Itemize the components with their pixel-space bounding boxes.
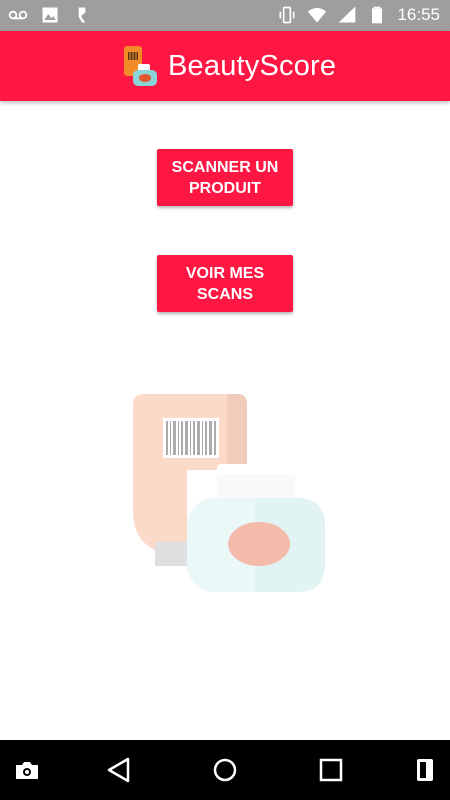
- view-my-scans-button[interactable]: VOIR MES SCANS: [157, 255, 293, 312]
- split-screen-icon[interactable]: [410, 755, 440, 785]
- beauty-products-illustration: [133, 394, 325, 592]
- accessibility-icon: [78, 7, 87, 23]
- scan-product-button[interactable]: SCANNER UN PRODUIT: [157, 149, 293, 206]
- status-time: 16:55: [397, 5, 440, 24]
- status-left-icons: [8, 5, 92, 25]
- battery-icon: [372, 6, 383, 24]
- status-bar: 16:55: [0, 0, 450, 31]
- recents-icon[interactable]: [316, 755, 346, 785]
- image-icon: [42, 7, 58, 23]
- screen: 16:55 BeautyScore SCANNER UN PRODUIT VOI…: [0, 0, 450, 800]
- signal-icon: [339, 6, 356, 23]
- wifi-icon: [308, 7, 327, 23]
- app-bar: BeautyScore: [0, 31, 450, 101]
- back-icon[interactable]: [104, 755, 134, 785]
- voicemail-icon: [8, 10, 28, 20]
- beauty-products-logo-icon: [124, 46, 157, 86]
- navigation-bar: [0, 740, 450, 800]
- camera-switch-icon[interactable]: [12, 755, 42, 785]
- app-title: BeautyScore: [168, 49, 337, 82]
- home-icon[interactable]: [210, 755, 240, 785]
- status-right-icons: 16:55: [277, 4, 440, 26]
- vibrate-icon: [279, 6, 295, 24]
- app-title-wrap: BeautyScore: [122, 43, 336, 89]
